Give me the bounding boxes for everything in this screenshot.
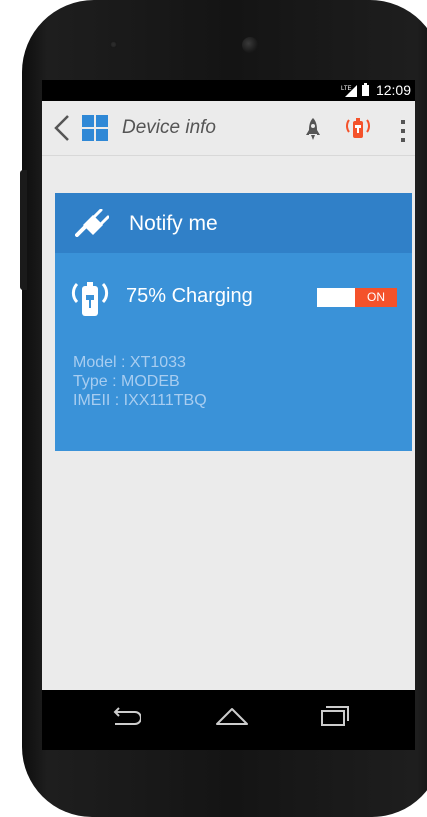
recents-nav-icon[interactable] [319, 705, 351, 727]
app-bar: Device info [42, 101, 415, 156]
charging-status-icon [71, 282, 109, 316]
overflow-menu-icon[interactable] [401, 120, 405, 142]
charging-status-text: 75% Charging [126, 285, 253, 307]
back-nav-icon[interactable] [109, 705, 141, 729]
front-camera [242, 37, 258, 53]
status-icons: LTE 12:09 [341, 82, 411, 98]
notify-card: Notify me 75% Charging ON Model : XT1033… [55, 193, 412, 451]
card-title: Notify me [129, 212, 218, 235]
page-title: Device info [122, 117, 216, 138]
device-type: Type : MODEB [73, 373, 180, 390]
svg-text:LTE: LTE [341, 86, 352, 92]
charging-icon[interactable] [342, 114, 374, 142]
side-button [20, 170, 27, 290]
notify-toggle[interactable]: ON [317, 288, 397, 307]
plug-icon [75, 209, 109, 237]
home-nav-icon[interactable] [214, 705, 250, 727]
rocket-icon[interactable] [305, 117, 321, 141]
sensor-dot [110, 41, 117, 48]
status-time: 12:09 [375, 82, 411, 98]
device-model: Model : XT1033 [73, 354, 186, 371]
back-icon[interactable] [52, 113, 72, 143]
screen: LTE 12:09 Device info Notify me 75% Char… [42, 80, 415, 690]
battery-icon [361, 82, 369, 96]
device-imei: IMEII : IXX111TBQ [73, 392, 207, 409]
lte-signal-icon: LTE [341, 84, 357, 97]
apps-grid-icon[interactable] [82, 115, 108, 141]
navigation-bar [42, 690, 415, 750]
device-details: Model : XT1033 Type : MODEB IMEII : IXX1… [73, 353, 207, 410]
card-header: Notify me [55, 193, 412, 253]
status-bar: LTE 12:09 [42, 80, 415, 101]
toggle-on-label: ON [355, 288, 397, 307]
